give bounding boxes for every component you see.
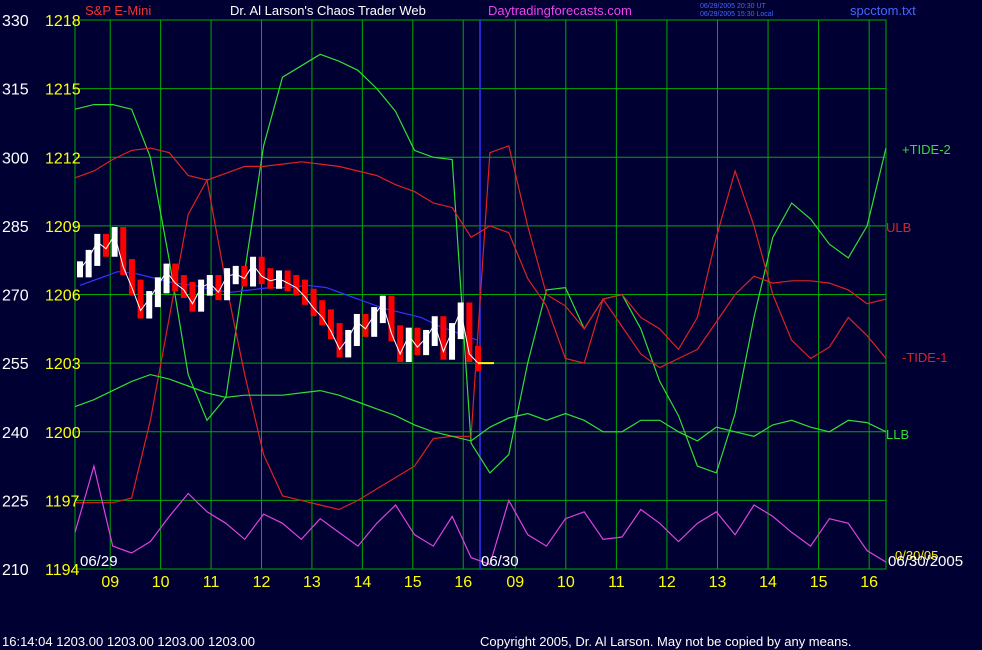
x-tick-label: 16 (860, 574, 878, 591)
x-tick-label: 09 (506, 574, 524, 591)
y-tick-left: 330 (2, 13, 29, 30)
price-bar (405, 327, 412, 362)
timestamp-local: 06/29/2005 15:30 Local (700, 11, 774, 18)
date-label-end: 06/30/2005 (888, 553, 963, 570)
y-tick-price: 1200 (45, 425, 81, 442)
timestamp-ut: 06/29/2005 20:30 UT (700, 3, 766, 10)
copyright: Copyright 2005, Dr. Al Larson. May not b… (480, 634, 851, 649)
x-tick-label: 14 (353, 574, 371, 591)
chaos-chart: 330 1218315 1215300 1212285 1209270 1206255 12… (0, 0, 982, 650)
y-tick-price: 1194 (45, 562, 80, 579)
price-bar (353, 313, 360, 346)
y-tick-left: 240 (2, 425, 29, 442)
y-tick-price: 1197 (45, 493, 80, 510)
y-tick-left: 255 (2, 356, 29, 373)
y-tick-left: 210 (2, 562, 29, 579)
date-label-start: 06/29 (80, 553, 118, 570)
tide1-label: -TIDE-1 (902, 350, 948, 365)
x-tick-label: 15 (810, 574, 828, 591)
date-label-mid: 06/30 (481, 553, 519, 570)
price-bar (267, 268, 274, 289)
y-tick-left: 285 (2, 219, 29, 236)
y-tick-price: 1218 (45, 13, 81, 30)
price-bar (137, 279, 144, 319)
y-tick-price: 1206 (45, 288, 81, 305)
x-tick-label: 10 (152, 574, 170, 591)
price-bar (77, 261, 83, 278)
y-tick-left: 225 (2, 493, 29, 510)
llb-label: LLB (886, 427, 909, 442)
price-bar (250, 256, 257, 287)
y-tick-price: 1212 (45, 150, 81, 167)
site-link[interactable]: Daytradingforecasts.com (488, 3, 632, 18)
price-bar (180, 275, 187, 298)
y-tick-left: 300 (2, 150, 29, 167)
x-tick-label: 10 (557, 574, 575, 591)
price-bar (301, 279, 308, 305)
y-tick-price: 1209 (45, 219, 81, 236)
price-bar (172, 263, 179, 292)
x-tick-label: 09 (101, 574, 119, 591)
filename-label: spcctom.txt (850, 3, 916, 18)
chart-title: Dr. Al Larson's Chaos Trader Web (230, 3, 426, 18)
tide2-label: +TIDE-2 (902, 142, 951, 157)
price-bar (336, 323, 343, 358)
price-bar (414, 327, 421, 356)
x-tick-label: 16 (454, 574, 472, 591)
x-tick-label: 13 (303, 574, 321, 591)
x-tick-label: 12 (658, 574, 676, 591)
x-tick-label: 11 (608, 574, 625, 591)
y-tick-left: 270 (2, 288, 29, 305)
quote-line: 16:14:04 1203.00 1203.00 1203.00 1203.00 (2, 634, 255, 649)
price-bar (189, 281, 196, 312)
y-tick-left: 315 (2, 82, 29, 99)
price-bar (128, 259, 135, 296)
price-bar (258, 256, 265, 285)
price-bar (198, 279, 205, 312)
price-bar (475, 345, 481, 372)
y-tick-price: 1203 (45, 356, 81, 373)
price-bar (94, 233, 101, 266)
ulb-label: ULB (886, 220, 911, 235)
price-bar (397, 325, 404, 362)
price-bar (440, 316, 447, 360)
price-bar (449, 323, 456, 360)
price-bar (284, 270, 291, 292)
x-tick-label: 15 (404, 574, 422, 591)
price-bar (293, 275, 300, 296)
symbol-label: S&P E-Mini (85, 3, 151, 18)
x-tick-label: 11 (203, 574, 220, 591)
x-tick-label: 14 (759, 574, 777, 591)
y-tick-price: 1215 (45, 82, 81, 99)
price-bar (241, 265, 248, 287)
x-tick-label: 12 (253, 574, 271, 591)
x-tick-label: 13 (709, 574, 727, 591)
price-bar (224, 268, 231, 301)
price-bar (310, 288, 317, 317)
price-bar (163, 263, 170, 294)
